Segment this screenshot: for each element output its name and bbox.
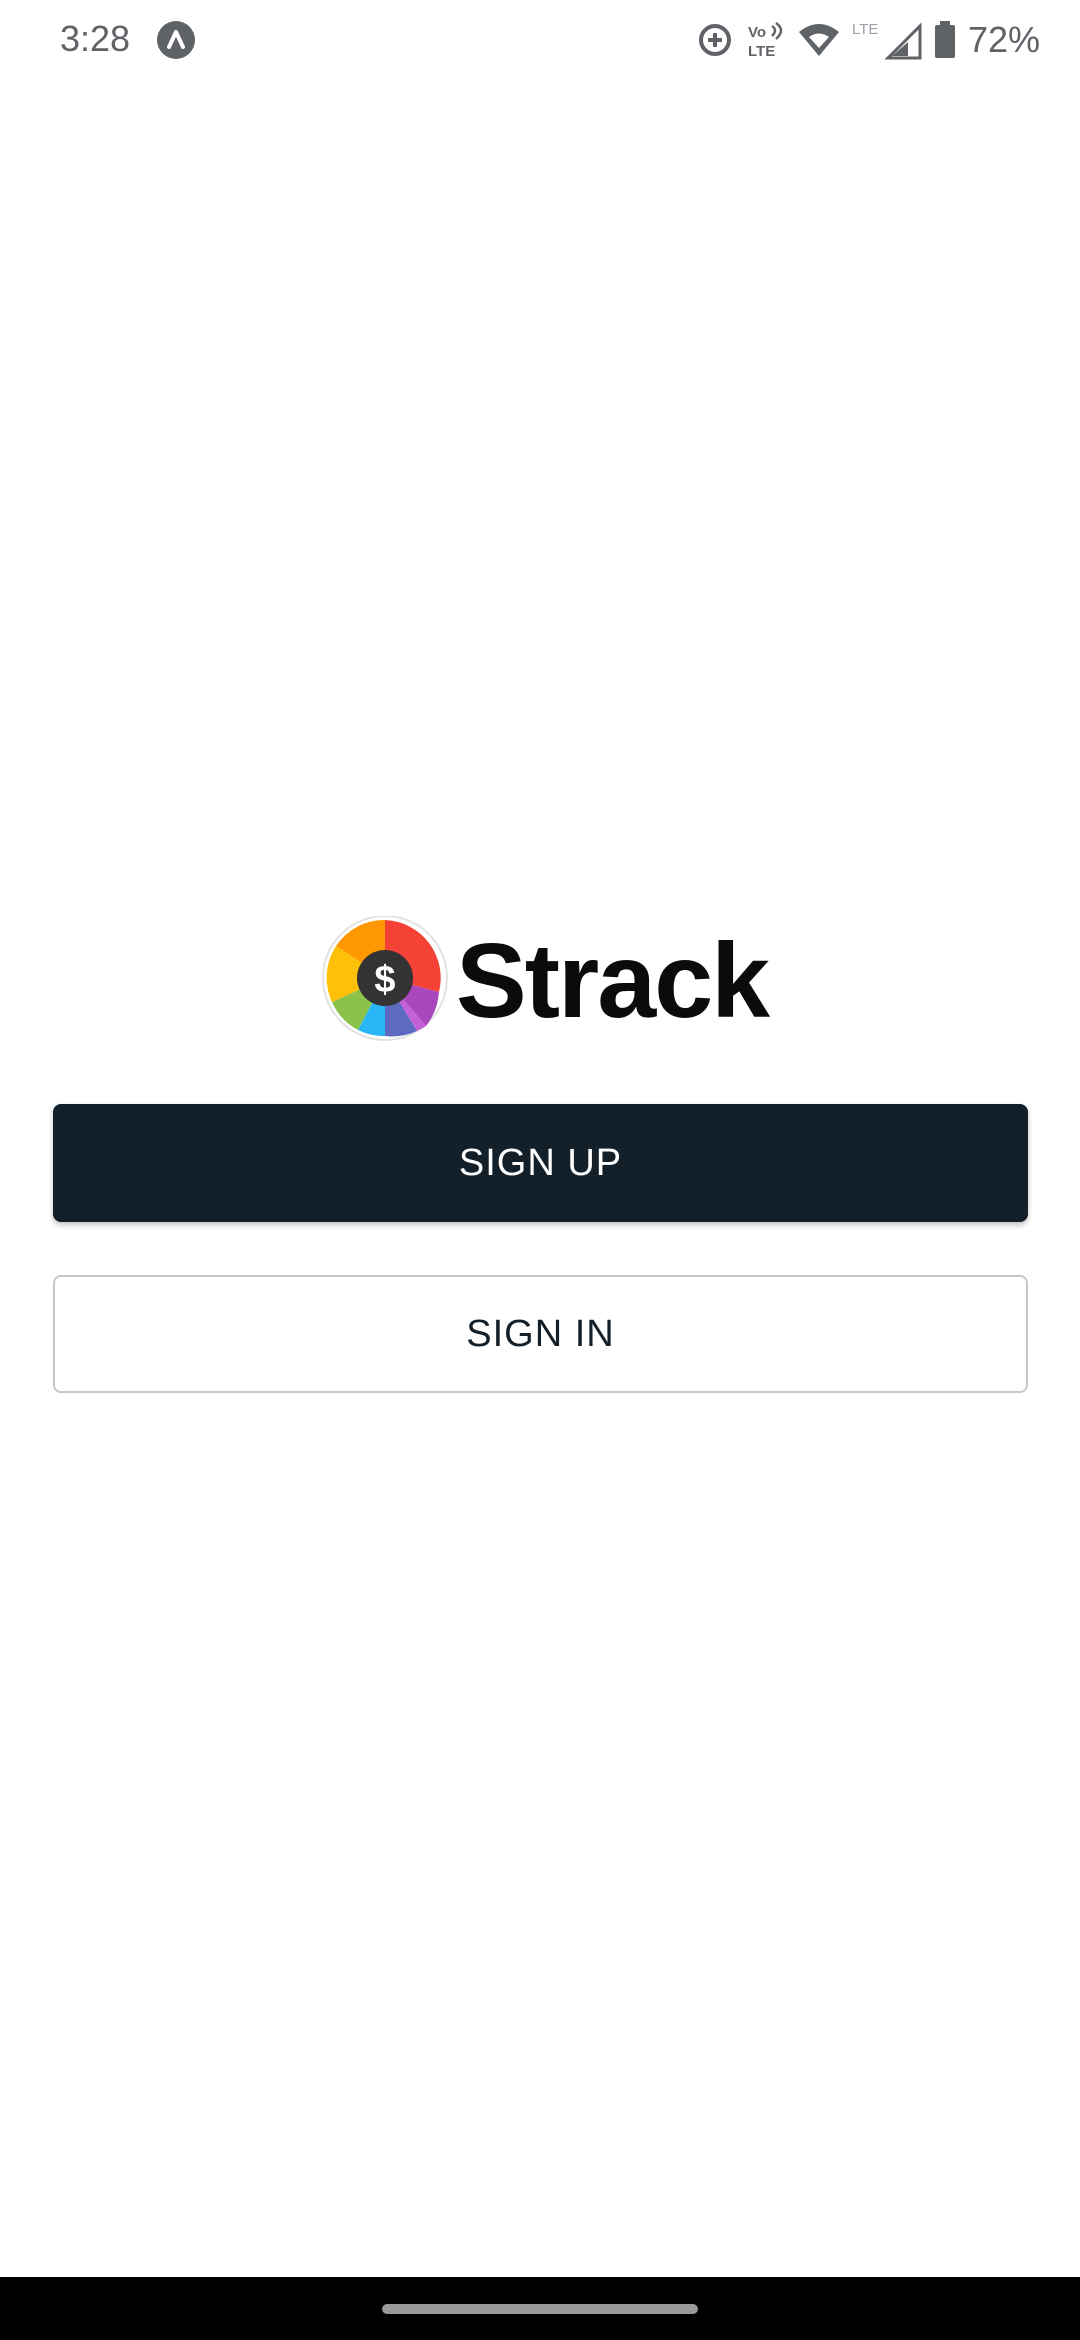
lte-signal-icon: LTE xyxy=(852,21,922,60)
system-nav-bar xyxy=(0,2277,1080,2340)
strack-logo-icon: $ xyxy=(322,916,448,1041)
data-saver-icon xyxy=(698,24,731,56)
home-gesture-handle[interactable] xyxy=(382,2304,698,2314)
battery-percent: 72% xyxy=(967,19,1040,60)
status-icons: Vo LTE LTE 72% xyxy=(696,16,1040,64)
app-logo: $ Strack xyxy=(322,916,770,1046)
caret-up-badge-icon xyxy=(157,21,195,59)
sign-up-button[interactable]: SIGN UP xyxy=(53,1104,1028,1222)
status-bar: 3:28 Vo LTE LTE 72% xyxy=(0,0,1080,80)
app-name: Strack xyxy=(456,922,770,1040)
sign-up-label: SIGN UP xyxy=(458,1141,623,1184)
sign-in-label: SIGN IN xyxy=(466,1312,615,1355)
volte-label-top: Vo xyxy=(748,24,766,41)
status-time: 3:28 xyxy=(60,18,131,59)
logo-dollar-symbol: $ xyxy=(374,959,395,1001)
battery-icon xyxy=(934,21,955,58)
sign-in-button[interactable]: SIGN IN xyxy=(53,1275,1028,1393)
volte-label-bottom: LTE xyxy=(748,43,775,60)
lte-label: LTE xyxy=(852,21,878,38)
volte-icon: Vo LTE xyxy=(748,21,783,60)
wifi-icon xyxy=(798,24,839,56)
